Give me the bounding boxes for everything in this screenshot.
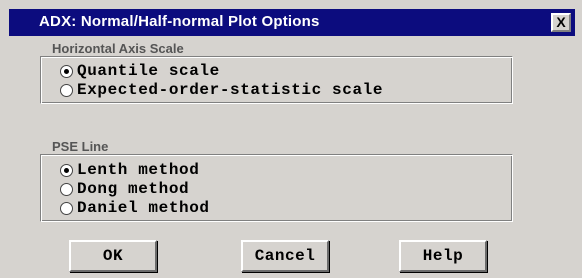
radio-label: Lenth method: [77, 161, 200, 179]
close-icon: X: [556, 14, 566, 30]
radio-expected-order-statistic-scale[interactable]: Expected-order-statistic scale: [60, 80, 383, 100]
radio-lenth-method[interactable]: Lenth method: [60, 160, 199, 180]
radio-label: Expected-order-statistic scale: [77, 81, 384, 99]
radio-dong-method[interactable]: Dong method: [60, 179, 189, 199]
help-button[interactable]: Help: [399, 240, 487, 272]
cancel-button[interactable]: Cancel: [241, 240, 329, 272]
title-bar[interactable]: ADX: Normal/Half-normal Plot Options X: [9, 9, 575, 36]
radio-button-icon[interactable]: [60, 182, 73, 196]
radio-button-selected-icon[interactable]: [60, 64, 73, 78]
radio-button-icon[interactable]: [60, 83, 73, 97]
radio-quantile-scale[interactable]: Quantile scale: [60, 61, 220, 81]
dialog-title: ADX: Normal/Half-normal Plot Options: [39, 13, 320, 30]
radio-label: Quantile scale: [77, 62, 220, 80]
close-button[interactable]: X: [551, 13, 571, 32]
radio-button-selected-icon[interactable]: [60, 163, 73, 177]
radio-daniel-method[interactable]: Daniel method: [60, 198, 210, 218]
radio-label: Daniel method: [77, 199, 210, 217]
plot-options-dialog: ADX: Normal/Half-normal Plot Options X H…: [0, 0, 582, 278]
radio-label: Dong method: [77, 180, 190, 198]
pse-line-label: PSE Line: [50, 139, 111, 154]
ok-button[interactable]: OK: [69, 240, 157, 272]
horizontal-axis-scale-label: Horizontal Axis Scale: [50, 41, 186, 56]
radio-button-icon[interactable]: [60, 201, 73, 215]
